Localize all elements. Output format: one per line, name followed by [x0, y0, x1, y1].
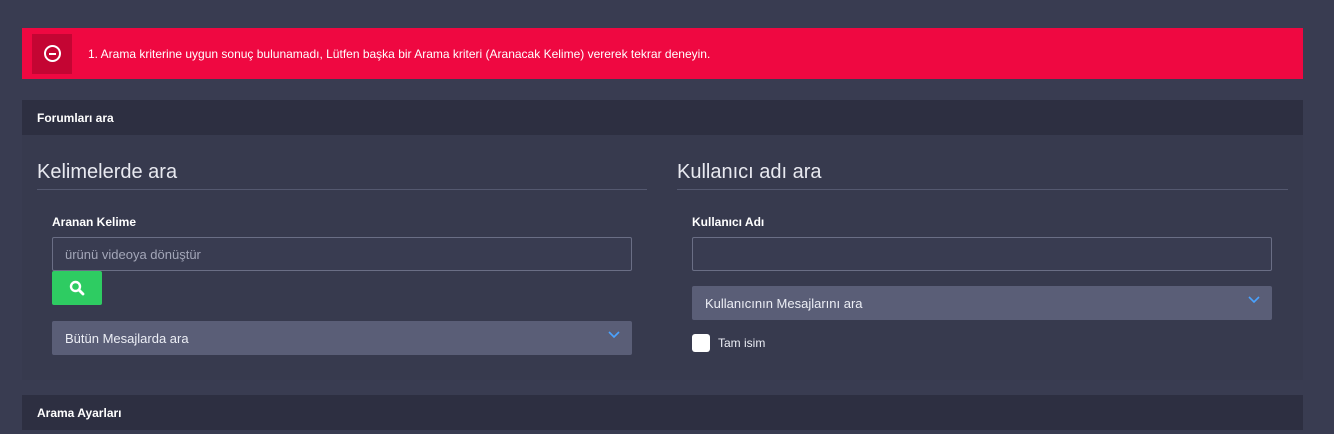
username-label: Kullanıcı Adı: [692, 215, 765, 229]
search-forums-panel: Forumları ara Kelimelerde ara Aranan Kel…: [22, 100, 1303, 380]
search-icon: [69, 280, 85, 296]
panel-header: Forumları ara: [22, 100, 1303, 135]
scope-select-value: Bütün Mesajlarda ara: [65, 330, 189, 346]
user-mode-select-value: Kullanıcının Mesajlarını ara: [705, 295, 863, 311]
username-input[interactable]: [692, 237, 1272, 271]
section-title: Kelimelerde ara: [37, 161, 178, 183]
scope-select[interactable]: Bütün Mesajlarda ara: [52, 321, 632, 355]
search-button[interactable]: [52, 271, 102, 305]
keyword-label: Aranan Kelime: [52, 215, 137, 229]
exact-name-label[interactable]: Tam isim: [718, 336, 765, 350]
panel-header: Arama Ayarları: [22, 395, 1303, 430]
alert-message: 1. Arama kriterine uygun sonuç bulunamad…: [88, 46, 711, 61]
section-title: Kullanıcı adı ara: [677, 161, 822, 183]
error-alert: 1. Arama kriterine uygun sonuç bulunamad…: [22, 28, 1303, 79]
section-divider: [677, 189, 1288, 190]
keyword-input[interactable]: [52, 237, 632, 271]
chevron-down-icon: [1248, 296, 1260, 304]
minus-circle-icon: [43, 45, 61, 62]
panel-body: Kelimelerde ara Aranan Kelime Bütün Mesa…: [22, 135, 1303, 380]
user-mode-select[interactable]: Kullanıcının Mesajlarını ara: [692, 286, 1272, 320]
exact-name-checkbox[interactable]: [692, 334, 710, 352]
exact-name-option: Tam isim: [692, 334, 765, 352]
section-divider: [37, 189, 647, 190]
chevron-down-icon: [608, 331, 620, 339]
search-settings-panel: Arama Ayarları: [22, 395, 1303, 430]
alert-icon-box[interactable]: [32, 33, 72, 74]
